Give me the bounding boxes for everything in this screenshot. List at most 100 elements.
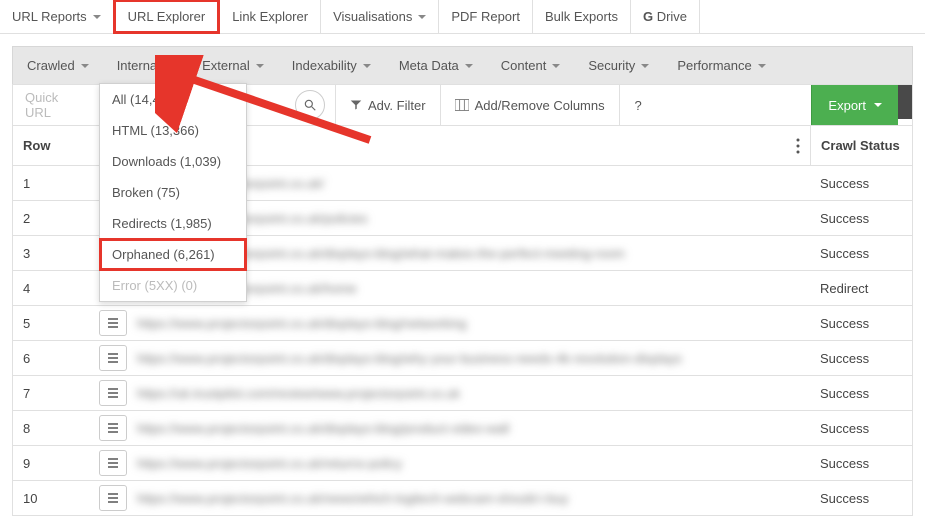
caret-down-icon bbox=[552, 64, 560, 68]
nav-link-explorer[interactable]: Link Explorer bbox=[220, 0, 321, 33]
quick-url-input[interactable]: Quick URL bbox=[13, 90, 75, 120]
dropdown-item[interactable]: Orphaned (6,261) bbox=[99, 238, 247, 271]
adv-filter-button[interactable]: Adv. Filter bbox=[335, 85, 440, 125]
add-remove-columns-button[interactable]: Add/Remove Columns bbox=[440, 85, 619, 125]
table-row: 7 https://uk.trustpilot.com/review/www.pr… bbox=[13, 376, 912, 411]
row-number: 3 bbox=[13, 246, 99, 261]
filter-tab-performance[interactable]: Performance bbox=[663, 47, 779, 84]
caret-down-icon bbox=[93, 15, 101, 19]
nav-url-explorer[interactable]: URL Explorer bbox=[113, 0, 221, 34]
row-status: Success bbox=[810, 211, 912, 226]
row-status: Redirect bbox=[810, 281, 912, 296]
row-menu-button[interactable] bbox=[99, 450, 127, 476]
header-row[interactable]: Row bbox=[13, 126, 99, 165]
row-number: 10 bbox=[13, 491, 99, 506]
filter-tab-indexability[interactable]: Indexability bbox=[278, 47, 385, 84]
row-status: Success bbox=[810, 491, 912, 506]
row-menu-button[interactable] bbox=[99, 485, 127, 511]
kebab-icon bbox=[796, 138, 800, 154]
dropdown-item[interactable]: Broken (75) bbox=[100, 177, 246, 208]
caret-down-icon bbox=[418, 15, 426, 19]
row-status: Success bbox=[810, 176, 912, 191]
row-url[interactable]: https://www.projectorpoint.co.uk/returns… bbox=[137, 456, 810, 470]
row-status: Success bbox=[810, 246, 912, 261]
top-nav: URL Reports URL Explorer Link Explorer Visu… bbox=[0, 0, 925, 34]
caret-down-icon bbox=[256, 64, 264, 68]
dropdown-item[interactable]: All (14,405) bbox=[100, 84, 246, 115]
table-row: 9 https://www.projectorpoint.co.uk/return… bbox=[13, 446, 912, 481]
caret-down-icon bbox=[641, 64, 649, 68]
caret-down-icon bbox=[758, 64, 766, 68]
search-button[interactable] bbox=[295, 90, 325, 120]
filter-tab-external[interactable]: External bbox=[188, 47, 278, 84]
columns-icon bbox=[455, 99, 469, 111]
row-menu-button[interactable] bbox=[99, 345, 127, 371]
row-status: Success bbox=[810, 351, 912, 366]
dropdown-item: Error (5XX) (0) bbox=[100, 270, 246, 301]
nav-bulk-exports[interactable]: Bulk Exports bbox=[533, 0, 631, 33]
row-status: Success bbox=[810, 456, 912, 471]
dropdown-item[interactable]: HTML (13,366) bbox=[100, 115, 246, 146]
column-options-button[interactable] bbox=[786, 126, 810, 165]
caret-down-icon bbox=[465, 64, 473, 68]
internal-dropdown: All (14,405)HTML (13,366)Downloads (1,03… bbox=[99, 83, 247, 302]
filter-tab-crawled[interactable]: Crawled bbox=[13, 47, 103, 84]
nav-label: URL Explorer bbox=[128, 9, 206, 24]
row-url[interactable]: https://uk.trustpilot.com/review/www.pro… bbox=[137, 386, 810, 400]
hamburger-icon bbox=[106, 316, 120, 330]
hamburger-icon bbox=[106, 421, 120, 435]
caret-down-icon bbox=[166, 64, 174, 68]
nav-label: Link Explorer bbox=[232, 9, 308, 24]
row-number: 5 bbox=[13, 316, 99, 331]
hamburger-icon bbox=[106, 491, 120, 505]
row-status: Success bbox=[810, 386, 912, 401]
filter-tab-label: Internal bbox=[117, 58, 160, 73]
row-number: 7 bbox=[13, 386, 99, 401]
row-url[interactable]: https://www.projectorpoint.co.uk/display… bbox=[137, 316, 810, 330]
caret-down-icon bbox=[874, 103, 882, 107]
table-row: 6https://www.projectorpoint.co.uk/displa… bbox=[13, 341, 912, 376]
row-menu-button[interactable] bbox=[99, 380, 127, 406]
nav-label: PDF Report bbox=[451, 9, 520, 24]
nav-label: URL Reports bbox=[12, 9, 87, 24]
nav-label: Bulk Exports bbox=[545, 9, 618, 24]
row-url[interactable]: https://www.projectorpoint.co.uk/display… bbox=[137, 351, 810, 365]
nav-g-drive[interactable]: G Drive bbox=[631, 0, 700, 33]
filter-tab-label: Indexability bbox=[292, 58, 357, 73]
row-menu-button[interactable] bbox=[99, 310, 127, 336]
search-icon bbox=[303, 98, 317, 112]
row-url[interactable]: https://www.projectorpoint.co.uk/news/wh… bbox=[137, 491, 810, 505]
filter-tab-content[interactable]: Content bbox=[487, 47, 575, 84]
funnel-icon bbox=[350, 99, 362, 111]
filter-tab-meta-data[interactable]: Meta Data bbox=[385, 47, 487, 84]
add-remove-columns-label: Add/Remove Columns bbox=[475, 98, 605, 113]
export-button[interactable]: Export bbox=[811, 85, 898, 125]
row-status: Success bbox=[810, 421, 912, 436]
row-url[interactable]: https://www.projectorpoint.co.uk/display… bbox=[137, 421, 810, 435]
caret-down-icon bbox=[363, 64, 371, 68]
dropdown-item[interactable]: Downloads (1,039) bbox=[100, 146, 246, 177]
row-number: 9 bbox=[13, 456, 99, 471]
header-crawl-status[interactable]: Crawl Status bbox=[810, 126, 912, 165]
caret-down-icon bbox=[81, 64, 89, 68]
filter-tab-label: Content bbox=[501, 58, 547, 73]
filter-tab-label: Performance bbox=[677, 58, 751, 73]
filter-tab-label: Security bbox=[588, 58, 635, 73]
nav-label: Visualisations bbox=[333, 9, 412, 24]
filter-tab-security[interactable]: Security bbox=[574, 47, 663, 84]
export-label: Export bbox=[828, 98, 866, 113]
nav-pdf-report[interactable]: PDF Report bbox=[439, 0, 533, 33]
row-number: 1 bbox=[13, 176, 99, 191]
row-number: 4 bbox=[13, 281, 99, 296]
help-button[interactable]: ? bbox=[619, 85, 657, 125]
nav-visualisations[interactable]: Visualisations bbox=[321, 0, 439, 33]
hamburger-icon bbox=[106, 456, 120, 470]
dropdown-item[interactable]: Redirects (1,985) bbox=[100, 208, 246, 239]
row-number: 8 bbox=[13, 421, 99, 436]
row-menu-button[interactable] bbox=[99, 415, 127, 441]
table-row: 10 https://www.projectorpoint.co.uk/news/… bbox=[13, 481, 912, 516]
nav-url-reports[interactable]: URL Reports bbox=[0, 0, 114, 33]
scrollbar[interactable] bbox=[898, 85, 912, 119]
filter-tab-label: External bbox=[202, 58, 250, 73]
filter-tab-internal[interactable]: Internal bbox=[103, 47, 188, 84]
